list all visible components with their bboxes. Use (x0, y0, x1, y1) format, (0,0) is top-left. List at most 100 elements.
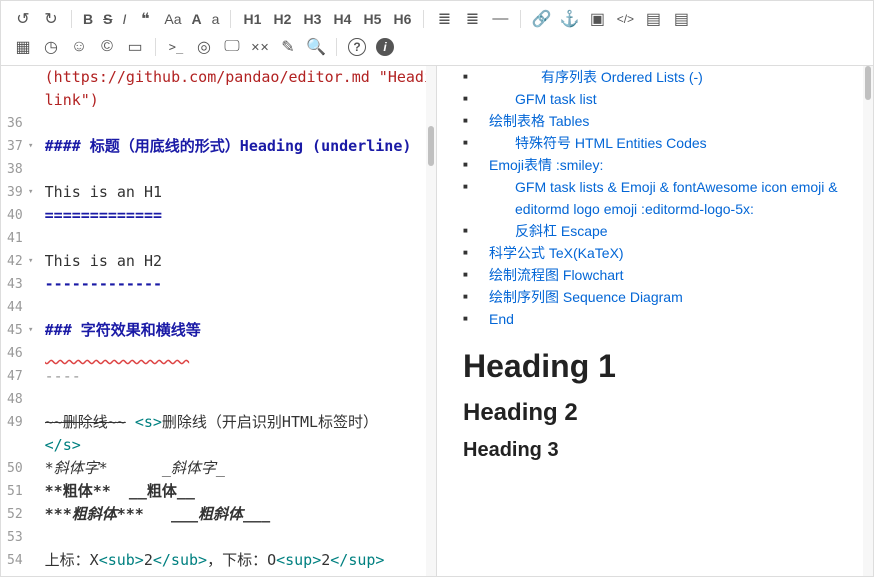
scrollbar-thumb[interactable] (865, 66, 871, 100)
preview-button[interactable]: 🖵 (218, 33, 246, 61)
link-button[interactable]: 🔗 (527, 5, 555, 33)
code-line[interactable]: ============= (45, 204, 432, 227)
code-line[interactable] (45, 342, 432, 365)
toc-link[interactable]: 反斜杠 Escape (515, 223, 608, 239)
code-line[interactable] (45, 227, 432, 250)
line-number: 37▾ (7, 135, 35, 158)
toc-item: 反斜杠 Escape (463, 220, 855, 242)
preview-h1: Heading 1 (463, 348, 855, 385)
code-line[interactable]: ~~删除线~~ <s>删除线（开启识别HTML标签时） (45, 411, 432, 434)
emoji-button[interactable]: ☺ (65, 33, 93, 61)
toc-link[interactable]: GFM task lists & Emoji & fontAwesome ico… (515, 179, 838, 217)
help-button[interactable]: ? (348, 38, 366, 56)
h1-button[interactable]: H1 (237, 5, 267, 33)
source-pane: 3637▾3839▾404142▾434445▾46474849 5051525… (1, 66, 437, 576)
toc-item: GFM task lists & Emoji & fontAwesome ico… (463, 176, 855, 220)
code-line[interactable]: ------------- (45, 273, 432, 296)
code-line[interactable]: (https://github.com/pandao/editor.md "He… (45, 66, 432, 89)
bold-button[interactable]: B (78, 5, 98, 33)
toc-link[interactable]: 绘制表格 Tables (489, 113, 589, 129)
h5-button[interactable]: H5 (357, 5, 387, 33)
scrollbar-thumb[interactable] (428, 126, 434, 166)
code-line[interactable] (45, 158, 432, 181)
html-entities-button[interactable]: ▭ (121, 33, 149, 61)
toc-item: Emoji表情 :smiley: (463, 154, 855, 176)
watch-button[interactable]: ◎ (190, 33, 218, 61)
toc-link[interactable]: Emoji表情 :smiley: (489, 157, 603, 173)
lowercase-button[interactable]: a (207, 5, 225, 33)
toc-link[interactable]: 绘制流程图 Flowchart (489, 267, 624, 283)
line-gutter: 3637▾3839▾404142▾434445▾46474849 5051525… (1, 66, 41, 576)
redo-button[interactable]: ↻ (37, 5, 65, 33)
clear-button[interactable]: ✎ (274, 33, 302, 61)
toc-list: 有序列表 Ordered Lists (-) GFM task list 绘制表格 … (463, 66, 855, 330)
h6-button[interactable]: H6 (387, 5, 417, 33)
code-line[interactable]: #### 标题（用底线的形式）Heading (underline) (45, 135, 432, 158)
code-line[interactable]: ***粗斜体*** ___粗斜体___ (45, 503, 432, 526)
line-number (7, 89, 35, 112)
toc-item: 绘制流程图 Flowchart (463, 264, 855, 286)
line-number: 42▾ (7, 250, 35, 273)
preformatted-button[interactable]: ▤ (639, 5, 667, 33)
code-line[interactable]: link") (45, 89, 432, 112)
table-button[interactable]: ▦ (9, 33, 37, 61)
code-area[interactable]: (https://github.com/pandao/editor.md "He… (41, 66, 436, 576)
toc-link[interactable]: 有序列表 Ordered Lists (-) (541, 69, 703, 85)
code-line[interactable]: </s> (45, 434, 432, 457)
separator (230, 10, 231, 28)
fullscreen-button[interactable]: ✕✕ (246, 33, 274, 61)
copyright-icon[interactable]: © (93, 33, 121, 61)
toolbar: ↺ ↻ B S I ❝ Aa A a H1 H2 H3 H4 H5 H6 ≣ ≣… (1, 1, 873, 66)
info-button[interactable]: i (376, 38, 394, 56)
goto-line-button[interactable]: >_ (162, 33, 190, 61)
italic-button[interactable]: I (117, 5, 131, 33)
code-line[interactable]: This is an H1 (45, 181, 432, 204)
hr-button[interactable]: — (486, 5, 514, 33)
ucwords-button[interactable]: Aa (159, 5, 186, 33)
list-ul-button[interactable]: ≣ (430, 5, 458, 33)
preview-pane: 有序列表 Ordered Lists (-) GFM task list 绘制表格 … (437, 66, 873, 576)
toc-link[interactable]: 特殊符号 HTML Entities Codes (515, 135, 707, 151)
line-number: 51 (7, 480, 35, 503)
preview-h2: Heading 2 (463, 399, 855, 427)
line-number: 50 (7, 457, 35, 480)
strikethrough-button[interactable]: S (98, 5, 117, 33)
toc-link[interactable]: GFM task list (515, 91, 597, 107)
h2-button[interactable]: H2 (267, 5, 297, 33)
h4-button[interactable]: H4 (327, 5, 357, 33)
toc-item: 绘制表格 Tables (463, 110, 855, 132)
preview-scrollbar[interactable] (863, 66, 873, 576)
line-number: 41 (7, 227, 35, 250)
code-line[interactable]: *斜体字* _斜体字_ (45, 457, 432, 480)
source-scrollbar[interactable] (426, 66, 436, 576)
toc-link[interactable]: End (489, 311, 514, 327)
code-line[interactable] (45, 296, 432, 319)
quote-button[interactable]: ❝ (131, 5, 159, 33)
uppercase-button[interactable]: A (186, 5, 206, 33)
toc-item: GFM task list (463, 88, 855, 110)
editor-body: 3637▾3839▾404142▾434445▾46474849 5051525… (1, 66, 873, 576)
code-line[interactable] (45, 388, 432, 411)
line-number (7, 434, 35, 457)
h3-button[interactable]: H3 (297, 5, 327, 33)
code-line[interactable] (45, 112, 432, 135)
line-number: 43 (7, 273, 35, 296)
codeblock-button[interactable]: ▤ (667, 5, 695, 33)
code-line[interactable] (45, 526, 432, 549)
code-line[interactable]: ---- (45, 365, 432, 388)
list-ol-button[interactable]: ≣ (458, 5, 486, 33)
code-line[interactable]: **粗体** __粗体__ (45, 480, 432, 503)
search-button[interactable]: 🔍 (302, 33, 330, 61)
code-button[interactable]: </> (611, 5, 639, 33)
code-line[interactable]: This is an H2 (45, 250, 432, 273)
datetime-button[interactable]: ◷ (37, 33, 65, 61)
line-number: 48 (7, 388, 35, 411)
code-line[interactable]: ### 字符效果和横线等 (45, 319, 432, 342)
toc-link[interactable]: 科学公式 TeX(KaTeX) (489, 245, 624, 261)
anchor-button[interactable]: ⚓ (555, 5, 583, 33)
image-button[interactable]: ▣ (583, 5, 611, 33)
toc-link[interactable]: 绘制序列图 Sequence Diagram (489, 289, 683, 305)
code-line[interactable]: 上标：X<sub>2</sub>，下标：O<sup>2</sup> (45, 549, 432, 572)
undo-button[interactable]: ↺ (9, 5, 37, 33)
preview-h3: Heading 3 (463, 439, 855, 462)
